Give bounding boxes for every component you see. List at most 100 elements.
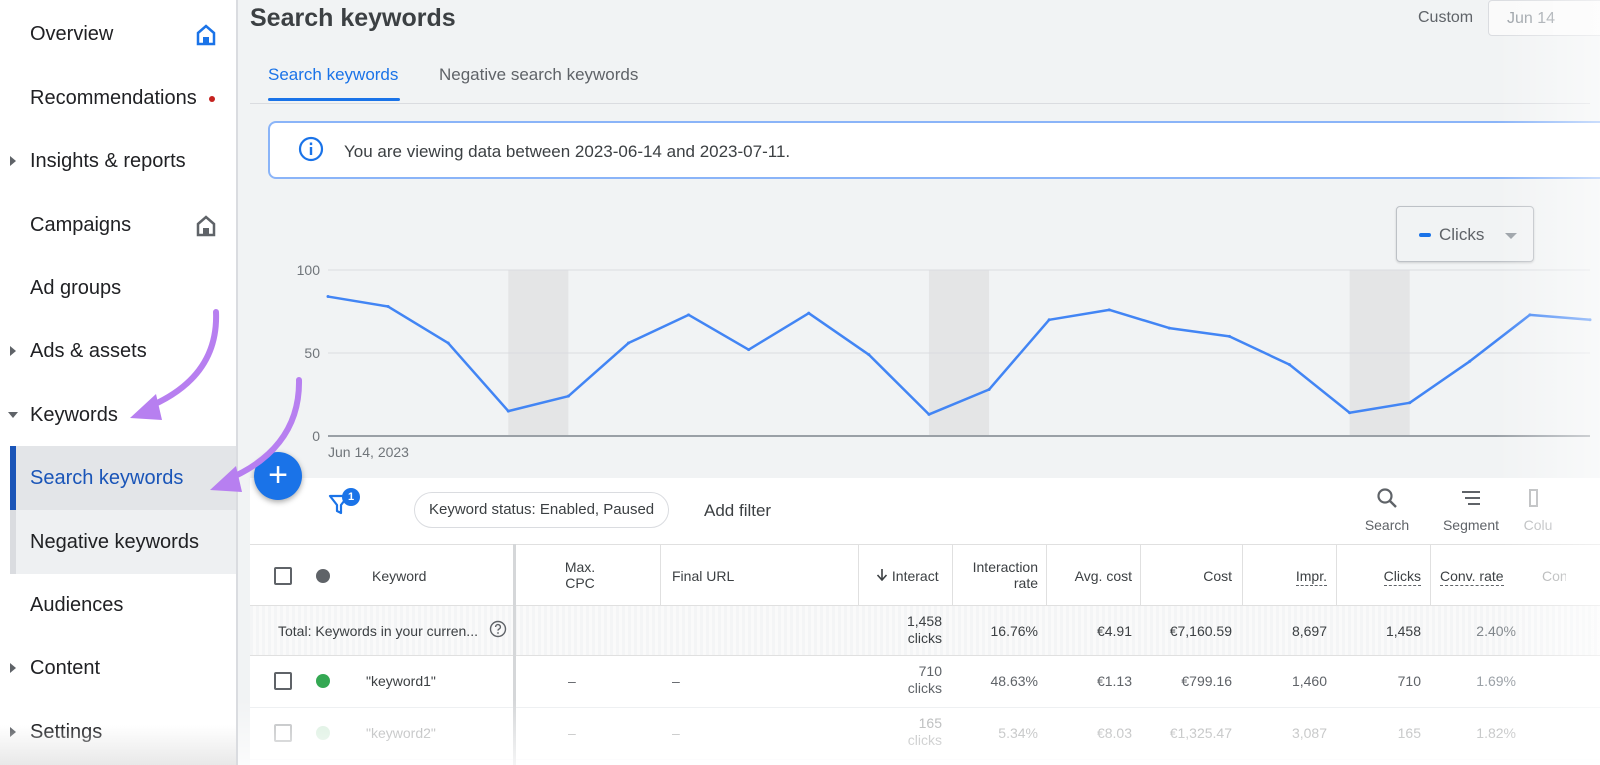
row-checkbox[interactable] bbox=[274, 724, 292, 742]
status-enabled-icon bbox=[316, 726, 330, 740]
tab-bar: Search keywords Negative search keywords bbox=[250, 50, 1590, 104]
header-text: Clicks bbox=[1383, 568, 1421, 586]
filter-count-badge: 1 bbox=[342, 488, 360, 506]
performance-chart: 100 50 0 Jun 14, 2023 Clicks bbox=[250, 196, 1600, 478]
tab-negative-search-keywords[interactable]: Negative search keywords bbox=[439, 65, 638, 85]
data-point bbox=[1047, 318, 1051, 322]
sidebar: Overview Recommendations Insights & repo… bbox=[0, 0, 238, 765]
cost-cell: €799.16 bbox=[1181, 673, 1232, 689]
data-point bbox=[867, 353, 871, 357]
keyword-cell[interactable]: "keyword1" bbox=[366, 673, 436, 689]
column-header-conv-rate[interactable]: Conv. rate bbox=[1440, 568, 1504, 586]
column-header-interactions[interactable]: Interact bbox=[876, 568, 944, 584]
final-url-cell[interactable]: – bbox=[672, 725, 680, 741]
y-tick-label: 0 bbox=[312, 428, 320, 444]
cell-line: clicks bbox=[907, 630, 942, 646]
sidebar-item-campaigns[interactable]: Campaigns bbox=[0, 193, 236, 257]
select-all-checkbox[interactable] bbox=[274, 567, 292, 585]
header-line: CPC bbox=[565, 575, 595, 591]
sidebar-item-label: Overview bbox=[30, 22, 114, 45]
sidebar-shadow bbox=[0, 725, 236, 765]
data-point bbox=[987, 388, 991, 392]
collapse-caret-icon bbox=[8, 412, 18, 418]
max-cpc-cell[interactable]: – bbox=[568, 673, 576, 689]
metric-label: Clicks bbox=[1439, 225, 1485, 244]
sidebar-item-label: Keywords bbox=[30, 403, 118, 426]
sidebar-item-label: Negative keywords bbox=[30, 530, 199, 553]
sidebar-item-overview[interactable]: Overview bbox=[0, 2, 236, 66]
data-point bbox=[506, 409, 510, 413]
total-cost: €7,160.59 bbox=[1169, 623, 1232, 639]
column-header-clicks[interactable]: Clicks bbox=[1340, 568, 1421, 586]
header-text: Impr. bbox=[1295, 568, 1327, 586]
data-point bbox=[386, 305, 390, 309]
y-tick-label: 50 bbox=[304, 345, 320, 361]
sidebar-item-ads-assets[interactable]: Ads & assets bbox=[0, 319, 236, 383]
active-indicator bbox=[10, 446, 16, 510]
data-point bbox=[1588, 318, 1592, 322]
final-url-cell[interactable]: – bbox=[672, 673, 680, 689]
table-total-row: Total: Keywords in your curren... 1,458 c… bbox=[250, 606, 1600, 656]
cell-line: 710 bbox=[918, 663, 942, 679]
column-header-interaction-rate[interactable]: Interaction rate bbox=[962, 559, 1038, 591]
tab-search-keywords[interactable]: Search keywords bbox=[268, 65, 398, 85]
keywords-table: Keyword Max. CPC Final URL Interact Inter… bbox=[250, 544, 1600, 765]
data-point bbox=[927, 412, 931, 416]
add-keyword-button[interactable]: + bbox=[254, 452, 302, 500]
info-banner-text: You are viewing data between 2023-06-14 … bbox=[344, 142, 791, 161]
help-icon[interactable] bbox=[489, 620, 507, 643]
column-header-keyword[interactable]: Keyword bbox=[372, 568, 426, 584]
data-point bbox=[326, 295, 330, 299]
impr-cell: 1,460 bbox=[1291, 673, 1327, 689]
segment-tool-button[interactable]: Segment bbox=[1436, 486, 1506, 533]
table-row[interactable]: "keyword1" – – 710 clicks 48.63% €1.13 €7… bbox=[250, 656, 1600, 708]
sidebar-item-label: Search keywords bbox=[30, 466, 184, 489]
sidebar-item-search-keywords[interactable]: Search keywords bbox=[10, 446, 236, 510]
keyword-cell[interactable]: "keyword2" bbox=[366, 725, 436, 741]
segment-icon bbox=[1462, 491, 1480, 505]
search-tool-label: Search bbox=[1364, 517, 1410, 533]
sidebar-item-audiences[interactable]: Audiences bbox=[0, 573, 236, 637]
interaction-rate-cell: 5.34% bbox=[998, 725, 1038, 741]
date-range-picker[interactable]: Jun 14 bbox=[1488, 0, 1600, 36]
column-header-final-url[interactable]: Final URL bbox=[672, 568, 734, 584]
data-point bbox=[626, 341, 630, 345]
column-divider bbox=[1242, 545, 1243, 607]
sidebar-item-negative-keywords[interactable]: Negative keywords bbox=[10, 510, 236, 574]
sidebar-item-content[interactable]: Content bbox=[0, 636, 236, 700]
conv-rate-cell: 1.69% bbox=[1476, 673, 1516, 689]
sidebar-item-ad-groups[interactable]: Ad groups bbox=[0, 256, 236, 320]
column-divider bbox=[1336, 545, 1337, 607]
add-filter-button[interactable]: Add filter bbox=[704, 501, 771, 521]
table-toolbar: 1 Keyword status: Enabled, Paused Add fi… bbox=[250, 478, 1600, 544]
table-row[interactable]: "keyword2" – – 165 clicks 5.34% €8.03 €1,… bbox=[250, 708, 1600, 760]
column-header-impr[interactable]: Impr. bbox=[1250, 568, 1327, 586]
avg-cost-cell: €8.03 bbox=[1096, 725, 1132, 741]
column-header-cost[interactable]: Cost bbox=[1150, 568, 1232, 584]
sidebar-item-insights-reports[interactable]: Insights & reports bbox=[0, 129, 236, 193]
max-cpc-cell[interactable]: – bbox=[568, 725, 576, 741]
home-icon bbox=[196, 215, 216, 243]
column-divider bbox=[952, 545, 953, 607]
cell-line: clicks bbox=[907, 680, 942, 696]
header-line: rate bbox=[1013, 575, 1038, 591]
metric-selector[interactable]: Clicks bbox=[1396, 206, 1534, 262]
info-icon bbox=[298, 136, 324, 167]
avg-cost-cell: €1.13 bbox=[1096, 673, 1132, 689]
series-swatch bbox=[1419, 233, 1431, 237]
y-tick-label: 100 bbox=[297, 262, 321, 278]
search-tool-button[interactable]: Search bbox=[1352, 486, 1422, 533]
column-header-max-cpc[interactable]: Max. CPC bbox=[550, 559, 610, 591]
column-header-conversions[interactable]: Con bbox=[1542, 568, 1566, 584]
sidebar-item-label: Ads & assets bbox=[30, 339, 147, 362]
sidebar-item-label: Audiences bbox=[30, 593, 124, 616]
sidebar-item-label: Campaigns bbox=[30, 213, 132, 236]
column-divider bbox=[1046, 545, 1047, 607]
cell-line: 1,458 bbox=[906, 613, 942, 629]
filter-chip[interactable]: Keyword status: Enabled, Paused bbox=[414, 492, 670, 528]
sidebar-item-recommendations[interactable]: Recommendations bbox=[0, 66, 236, 130]
row-checkbox[interactable] bbox=[274, 672, 292, 690]
sidebar-item-keywords[interactable]: Keywords bbox=[0, 383, 236, 447]
columns-tool-button[interactable]: Colu bbox=[1518, 486, 1558, 533]
column-header-avg-cost[interactable]: Avg. cost bbox=[1056, 568, 1132, 584]
